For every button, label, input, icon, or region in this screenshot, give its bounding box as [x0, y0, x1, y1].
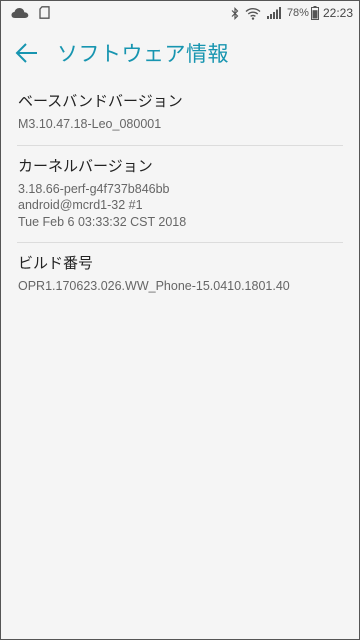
page-title: ソフトウェア情報 — [57, 42, 229, 66]
bluetooth-icon — [231, 6, 239, 20]
kernel-version-line: android@mcrd1-32 #1 — [18, 198, 143, 212]
kernel-version-summary: 3.18.66-perf-g4f737b846bb android@mcrd1-… — [18, 181, 343, 231]
software-info-list: ベースバンドバージョン M3.10.47.18-Leo_080001 カーネルバ… — [1, 81, 359, 307]
build-number-item[interactable]: ビルド番号 OPR1.170623.026.WW_Phone-15.0410.1… — [1, 243, 359, 307]
wifi-icon — [245, 7, 261, 20]
battery-percentage: 78% — [286, 7, 309, 19]
kernel-version-title: カーネルバージョン — [18, 156, 153, 175]
status-bar: 78% 22:23 — [1, 1, 359, 25]
battery-icon — [310, 6, 319, 20]
baseband-version-value: M3.10.47.18-Leo_080001 — [18, 117, 162, 131]
build-number-title: ビルド番号 — [18, 254, 94, 272]
build-number-value: OPR1.170623.026.WW_Phone-15.0410.1801.40 — [18, 279, 290, 293]
baseband-version-summary: M3.10.47.18-Leo_080001 — [18, 116, 343, 133]
baseband-version-item[interactable]: ベースバンドバージョン M3.10.47.18-Leo_080001 — [1, 81, 359, 145]
cloud-icon — [11, 8, 29, 18]
clock: 22:23 — [322, 6, 353, 20]
signal-icon — [266, 7, 281, 19]
kernel-version-item[interactable]: カーネルバージョン 3.18.66-perf-g4f737b846bb andr… — [1, 146, 359, 243]
app-bar: ソフトウェア情報 — [1, 25, 359, 81]
sd-card-icon — [39, 6, 50, 19]
kernel-version-line: Tue Feb 6 03:33:32 CST 2018 — [18, 214, 187, 229]
kernel-version-line: 3.18.66-perf-g4f737b846bb — [18, 181, 170, 196]
baseband-version-title: ベースバンドバージョン — [18, 92, 183, 110]
arrow-back-icon — [15, 43, 37, 63]
build-number-summary: OPR1.170623.026.WW_Phone-15.0410.1801.40 — [18, 278, 343, 295]
screen: 78% 22:23 ソフトウェア情報 ベースバンドバージョン M3.10.47.… — [0, 0, 360, 640]
back-button[interactable] — [13, 39, 41, 67]
system-icons: 78% 22:23 — [225, 1, 353, 25]
